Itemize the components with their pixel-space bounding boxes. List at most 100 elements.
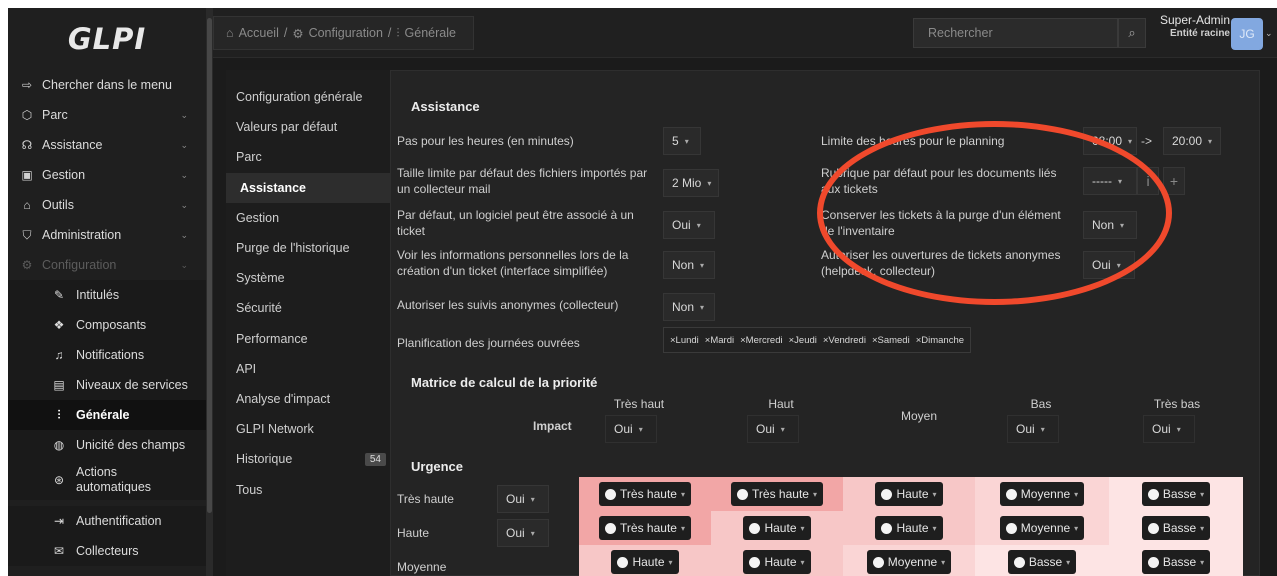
tab-11[interactable]: Analyse d'impact (226, 384, 390, 414)
urgence-row-select[interactable]: Oui ▾ (497, 485, 549, 513)
tab-14[interactable]: Tous (226, 475, 390, 505)
urgence-row-select[interactable]: Oui ▾ (497, 519, 549, 547)
briefcase-icon: ⌂ (23, 198, 31, 212)
impact-column-select[interactable]: Oui ▾ (1007, 415, 1059, 443)
tab-2[interactable]: Valeurs par défaut (226, 112, 390, 142)
search-icon[interactable]: ⌕ (1118, 18, 1146, 48)
sidebar-subitem-3[interactable]: ♫ Notifications (8, 340, 206, 370)
impact-column-select[interactable]: Oui ▾ (1143, 415, 1195, 443)
priority-select[interactable]: Haute ▾ (743, 550, 811, 574)
sidebar-item-3[interactable]: ☊ Assistance ⌄ (8, 130, 206, 160)
sidebar-item-2[interactable]: ⬡ Parc ⌄ (8, 100, 206, 130)
priority-select[interactable]: Très haute ▾ (599, 516, 691, 540)
breadcrumb-home[interactable]: Accueil (239, 26, 279, 40)
chevron-down-icon: ▾ (1074, 489, 1079, 499)
tab-13[interactable]: Historique 54 (226, 444, 390, 474)
priority-select[interactable]: Basse ▾ (1141, 516, 1211, 540)
tab-4[interactable]: Assistance (226, 172, 390, 203)
software-ticket-select[interactable]: Oui ▾ (663, 211, 715, 239)
priority-dot-icon (881, 488, 893, 500)
workday-chip[interactable]: ×Vendredi (823, 335, 866, 346)
workdays-multiselect[interactable]: ×Lundi ×Mardi ×Mercredi ×Jeudi ×Vendredi ×Sam… (663, 327, 972, 353)
workday-chip[interactable]: ×Mercredi (740, 335, 783, 346)
chevron-down-icon[interactable]: ⌄ (1265, 28, 1273, 39)
scrollbar-thumb[interactable] (207, 18, 212, 513)
impact-column-select[interactable]: Oui ▾ (747, 415, 799, 443)
sidebar-scrollbar[interactable] (206, 8, 213, 576)
tab-12[interactable]: GLPI Network (226, 414, 390, 444)
tab-9[interactable]: Performance (226, 324, 390, 354)
info-icon[interactable]: i (1137, 167, 1159, 195)
priority-dot-icon (872, 556, 884, 568)
add-category-button[interactable]: + (1163, 167, 1185, 195)
sidebar-subitem-5[interactable]: ⫶ Générale (8, 400, 206, 430)
checklist-icon: ▤ (53, 378, 65, 392)
planning-from-select[interactable]: 08:00 ▾ (1083, 127, 1137, 155)
priority-select[interactable]: Très haute ▾ (599, 482, 691, 506)
sidebar-item-1[interactable]: ⇨ Chercher dans le menu (8, 70, 206, 100)
tab-7[interactable]: Système (226, 263, 390, 293)
priority-select[interactable]: Haute ▾ (611, 550, 679, 574)
sidebar-item-6[interactable]: ⛉ Administration ⌄ (8, 220, 206, 250)
workday-chip[interactable]: ×Jeudi (789, 335, 817, 346)
file-limit-select[interactable]: 2 Mio ▾ (663, 169, 719, 197)
section-title-assistance: Assistance (411, 99, 480, 114)
keep-tickets-select[interactable]: Non ▾ (1083, 211, 1137, 239)
avatar[interactable]: JG (1231, 18, 1263, 50)
anon-followups-select[interactable]: Non ▾ (663, 293, 715, 321)
user-info[interactable]: Super-Admin Entité racine (1158, 14, 1230, 40)
sidebar-subitem-4[interactable]: ▤ Niveaux de services (8, 370, 206, 400)
chevron-down-icon: ▾ (1040, 424, 1045, 434)
planning-to-select[interactable]: 20:00 ▾ (1163, 127, 1221, 155)
tab-label: Purge de l'historique (236, 241, 350, 255)
workday-chip[interactable]: ×Mardi (705, 335, 734, 346)
sidebar-subitem-6[interactable]: ◍ Unicité des champs (8, 430, 206, 460)
search-input[interactable]: Rechercher (913, 18, 1118, 48)
sidebar-subitem-8[interactable]: ⇥ Authentification (8, 506, 206, 536)
glpi-logo[interactable]: GLPI (8, 8, 206, 70)
sidebar-item-7[interactable]: ⚙ Configuration ⌄ (8, 250, 206, 280)
priority-select[interactable]: Haute ▾ (875, 482, 943, 506)
workday-chip[interactable]: ×Dimanche (916, 335, 964, 346)
priority-value: Moyenne (887, 555, 938, 569)
priority-cell: Haute ▾ (843, 477, 975, 511)
tab-8[interactable]: Sécurité (226, 293, 390, 323)
sidebar-subitem-7[interactable]: ⊛ Actions automatiques (8, 460, 206, 500)
anon-tickets-select[interactable]: Oui ▾ (1083, 251, 1135, 279)
sidebar-subitem-9[interactable]: ✉ Collecteurs (8, 536, 206, 566)
tab-1[interactable]: Configuration générale (226, 82, 390, 112)
priority-select[interactable]: Haute ▾ (743, 516, 811, 540)
impact-column-label: Bas (1030, 397, 1052, 411)
tab-6[interactable]: Purge de l'historique (226, 233, 390, 263)
select-value: Oui (756, 422, 775, 436)
priority-dot-icon (1005, 522, 1017, 534)
tab-3[interactable]: Parc (226, 142, 390, 172)
priority-select[interactable]: Basse ▾ (1141, 482, 1211, 506)
priority-dot-icon (1147, 488, 1159, 500)
priority-dot-icon (1013, 556, 1025, 568)
priority-select[interactable]: Basse ▾ (1007, 550, 1077, 574)
sidebar-subitem-2[interactable]: ❖ Composants (8, 310, 206, 340)
breadcrumb-generale[interactable]: Générale (405, 26, 456, 40)
workday-chip[interactable]: ×Samedi (872, 335, 910, 346)
doc-category-select[interactable]: ----- ▾ (1083, 167, 1137, 195)
tab-5[interactable]: Gestion (226, 203, 390, 233)
hours-step-select[interactable]: 5 ▾ (663, 127, 701, 155)
breadcrumb-configuration[interactable]: Configuration (309, 26, 383, 40)
priority-select[interactable]: Moyenne ▾ (866, 550, 952, 574)
sidebar-item-4[interactable]: ▣ Gestion ⌄ (8, 160, 206, 190)
tab-10[interactable]: API (226, 354, 390, 384)
priority-select[interactable]: Basse ▾ (1141, 550, 1211, 574)
sidebar-item-5[interactable]: ⌂ Outils ⌄ (8, 190, 206, 220)
workday-chip[interactable]: ×Lundi (670, 335, 699, 346)
priority-select[interactable]: Moyenne ▾ (999, 482, 1085, 506)
personal-info-select[interactable]: Non ▾ (663, 251, 715, 279)
priority-select[interactable]: Très haute ▾ (731, 482, 823, 506)
impact-column-select[interactable]: Oui ▾ (605, 415, 657, 443)
sidebar-subitem-1[interactable]: ✎ Intitulés (8, 280, 206, 310)
priority-value: Haute (896, 521, 929, 535)
priority-cell: Haute ▾ (843, 511, 975, 545)
priority-select[interactable]: Haute ▾ (875, 516, 943, 540)
chevron-down-icon: ▾ (1200, 523, 1205, 533)
priority-select[interactable]: Moyenne ▾ (999, 516, 1085, 540)
